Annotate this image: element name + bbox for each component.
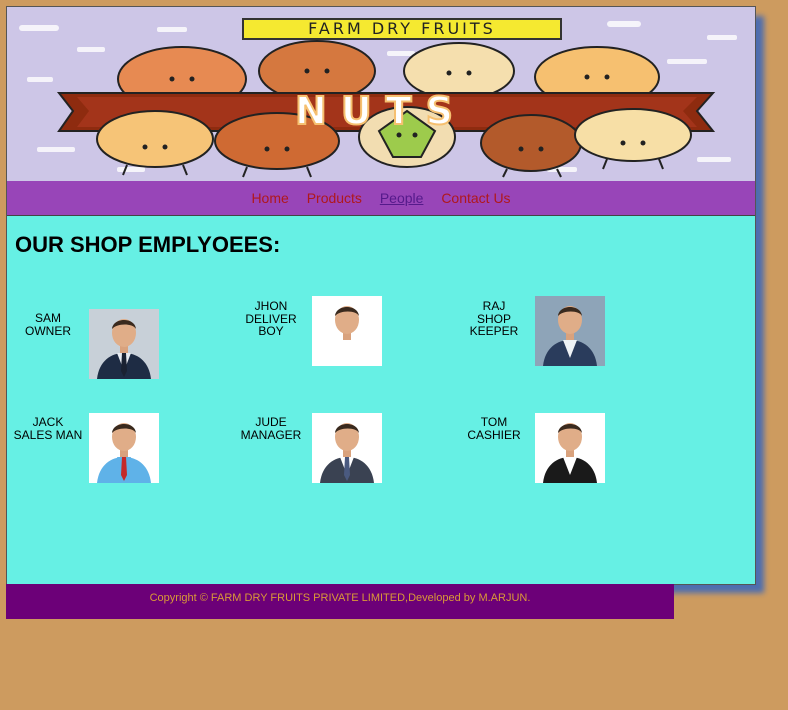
employee-label: JUDE MANAGER (231, 416, 311, 441)
employee-photo (89, 309, 159, 379)
employee-label-line: MANAGER (240, 427, 302, 442)
employee-label-line: OWNER (25, 323, 71, 338)
page-container: NUTS FARM DRY FRUITS Home Products Peopl… (6, 6, 756, 585)
banner: NUTS FARM DRY FRUITS (7, 7, 755, 181)
banner-title: FARM DRY FRUITS (242, 18, 562, 40)
nav-products-link[interactable]: Products (307, 190, 362, 206)
employee-label: TOM CASHIER (454, 416, 534, 441)
employee-label-line: SALES MAN (13, 427, 83, 442)
employee-label-line: RAJ (482, 299, 506, 313)
employee-label-line: JACK (32, 415, 64, 429)
page-heading: OUR SHOP EMPLYOEES: (15, 232, 281, 257)
nav-people-link[interactable]: People (380, 190, 424, 206)
employee-label: JACK SALES MAN (8, 416, 88, 441)
employee-photo (535, 296, 605, 366)
nav-home-link[interactable]: Home (251, 190, 288, 206)
employee-label-line: KEEPER (469, 324, 519, 338)
nav-bar: Home Products People Contact Us (7, 181, 755, 215)
employee-photo (312, 413, 382, 483)
employee-photo (535, 413, 605, 483)
banner-big-word: NUTS (295, 89, 467, 133)
employee-label: RAJ SHOP KEEPER (454, 300, 534, 338)
employee-label-line: TOM (480, 415, 508, 429)
employee-photo (89, 413, 159, 483)
employee-photo (312, 296, 382, 366)
employee-label-line: BOY (258, 324, 284, 338)
employee-label-line: JHON (254, 299, 288, 313)
employee-label-line: CASHIER (467, 427, 521, 442)
employee-label-line: SAM (34, 311, 61, 325)
footer: Copyright © FARM DRY FRUITS PRIVATE LIMI… (6, 584, 674, 619)
employee-label: SAM OWNER (8, 312, 88, 337)
main-content: OUR SHOP EMPLYOEES: SAM OWNER JHON DELIVER… (7, 215, 755, 584)
employee-label: JHON DELIVER BOY (231, 300, 311, 338)
nav-contact-link[interactable]: Contact Us (441, 190, 510, 206)
employee-label-line: JUDE (255, 415, 287, 429)
